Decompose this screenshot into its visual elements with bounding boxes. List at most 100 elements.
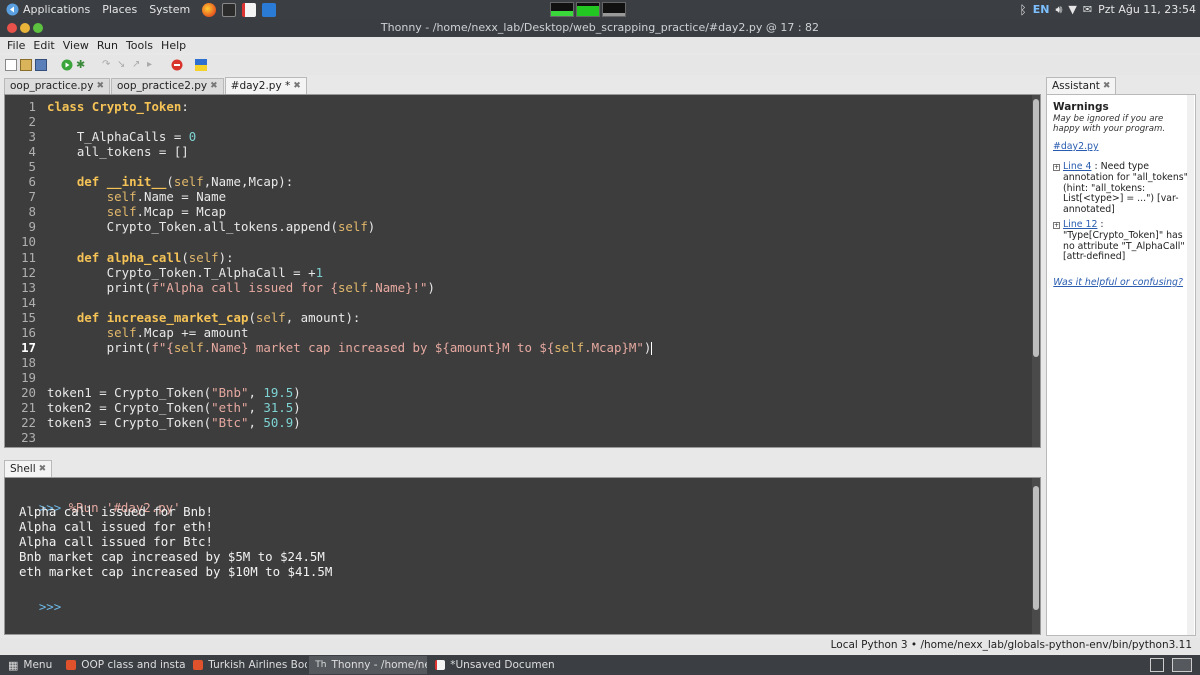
assistant-heading: Warnings bbox=[1053, 101, 1109, 113]
tab-oop-practice[interactable]: oop_practice.py ✖ bbox=[4, 78, 110, 94]
code-line[interactable]: 20 token1 = Crypto_Token("Bnb", 19.5) bbox=[5, 385, 1035, 400]
code-editor[interactable]: 1 class Crypto_Token: 2 3 T_AlphaCalls = 04… bbox=[4, 94, 1041, 448]
mail-icon[interactable]: ✉ bbox=[1083, 3, 1092, 16]
taskbar-item-text-editor[interactable]: *Unsaved Document 1 ... bbox=[429, 656, 554, 674]
assistant-scrollbar[interactable] bbox=[1187, 95, 1194, 635]
taskbar-label: Turkish Airlines Booki... bbox=[208, 659, 307, 671]
code-line[interactable]: 9 Crypto_Token.all_tokens.append(self) bbox=[5, 219, 1035, 234]
code-line[interactable]: 4 all_tokens = [] bbox=[5, 144, 1035, 159]
line-number: 10 bbox=[21, 234, 36, 250]
line-number: 9 bbox=[28, 219, 36, 235]
close-window-button[interactable] bbox=[7, 23, 17, 33]
warning-line-link[interactable]: Line 12 bbox=[1063, 219, 1097, 230]
code-line[interactable]: 23 bbox=[5, 430, 1035, 445]
code-line[interactable]: 5 bbox=[5, 159, 1035, 174]
show-desktop-icon[interactable] bbox=[1172, 658, 1192, 672]
ukraine-flag-icon[interactable] bbox=[195, 59, 207, 71]
terminal-launcher-icon[interactable] bbox=[222, 2, 237, 17]
code-line[interactable]: 13 print(f"Alpha call issued for {self.N… bbox=[5, 280, 1035, 295]
places-menu[interactable]: Places bbox=[96, 0, 143, 19]
code-line[interactable]: 2 bbox=[5, 114, 1035, 129]
minimize-window-button[interactable] bbox=[20, 23, 30, 33]
system-menu[interactable]: System bbox=[143, 0, 196, 19]
editor-scrollbar[interactable] bbox=[1032, 95, 1040, 447]
new-file-icon[interactable] bbox=[5, 59, 17, 71]
text-editor-launcher-icon[interactable] bbox=[242, 2, 257, 17]
code-line[interactable]: 14 bbox=[5, 295, 1035, 310]
bluetooth-icon[interactable]: ᛒ bbox=[1020, 3, 1027, 17]
step-out-icon: ↗ bbox=[132, 59, 141, 70]
clock[interactable]: Pzt Ağu 11, 23:54 bbox=[1098, 3, 1196, 16]
menu-help[interactable]: Help bbox=[157, 39, 190, 52]
code-line[interactable]: 18 bbox=[5, 355, 1035, 370]
code-text: def alpha_call(self): bbox=[76, 249, 234, 265]
code-line[interactable]: 8 self.Mcap = Mcap bbox=[5, 204, 1035, 219]
code-line[interactable]: 3 T_AlphaCalls = 0 bbox=[5, 129, 1035, 144]
editor-scrollbar-thumb[interactable] bbox=[1033, 99, 1039, 357]
tab-assistant[interactable]: Assistant ✖ bbox=[1046, 77, 1117, 94]
interpreter-status[interactable]: Local Python 3 • /home/nexx_lab/globals-… bbox=[831, 639, 1192, 651]
tab-oop-practice2[interactable]: oop_practice2.py ✖ bbox=[110, 78, 224, 94]
warning-line-link[interactable]: Line 4 bbox=[1063, 161, 1091, 172]
code-text: self.Mcap = Mcap bbox=[106, 204, 227, 220]
maximize-window-button[interactable] bbox=[33, 23, 43, 33]
line-number: 7 bbox=[28, 189, 36, 205]
taskbar-item-browser-oop[interactable]: OOP class and instanc... bbox=[60, 656, 185, 674]
shell-input-line[interactable]: >>> bbox=[9, 584, 61, 614]
code-line[interactable]: 16 self.Mcap += amount bbox=[5, 325, 1035, 340]
debug-icon[interactable]: ✱ bbox=[76, 59, 88, 71]
workspace-switcher-icon[interactable] bbox=[1150, 658, 1164, 672]
expand-icon[interactable]: + bbox=[1053, 221, 1060, 229]
shell-scrollbar-thumb[interactable] bbox=[1033, 486, 1039, 610]
window-title: Thonny - /home/nexx_lab/Desktop/web_scra… bbox=[380, 21, 820, 34]
code-line[interactable]: 1 class Crypto_Token: bbox=[5, 99, 1035, 114]
code-line[interactable]: 10 bbox=[5, 234, 1035, 249]
taskbar-item-thonny[interactable]: Th Thonny - /home/nexx... bbox=[309, 656, 428, 674]
keyboard-layout[interactable]: EN bbox=[1033, 3, 1050, 16]
applications-menu[interactable]: Applications bbox=[0, 0, 96, 19]
network-icon[interactable]: ▼ bbox=[1068, 3, 1076, 16]
volume-icon[interactable]: 🔊︎ bbox=[1055, 3, 1062, 17]
assistant-panel: Warnings May be ignored if you are happy… bbox=[1046, 94, 1196, 636]
expand-icon[interactable]: + bbox=[1053, 164, 1060, 171]
code-line[interactable]: 7 self.Name = Name bbox=[5, 189, 1035, 204]
code-line[interactable]: 19 bbox=[5, 370, 1035, 385]
line-number: 17 bbox=[21, 339, 36, 355]
shell-scrollbar[interactable] bbox=[1032, 478, 1040, 634]
shell-console[interactable]: >>> %Run '#day2.py' Alpha call issued fo… bbox=[4, 477, 1041, 635]
close-tab-icon[interactable]: ✖ bbox=[39, 462, 47, 477]
code-line[interactable]: 12 Crypto_Token.T_AlphaCall = +1 bbox=[5, 265, 1035, 280]
close-tab-icon[interactable]: ✖ bbox=[293, 79, 301, 94]
stop-icon[interactable] bbox=[171, 59, 183, 71]
code-line[interactable]: 11 def alpha_call(self): bbox=[5, 250, 1035, 265]
code-text: def __init__(self,Name,Mcap): bbox=[76, 174, 294, 190]
taskbar-label: OOP class and instanc... bbox=[81, 659, 186, 671]
close-tab-icon[interactable]: ✖ bbox=[1103, 79, 1111, 94]
code-line[interactable]: 6 def __init__(self,Name,Mcap): bbox=[5, 174, 1035, 189]
taskbar-item-browser-turkish[interactable]: Turkish Airlines Booki... bbox=[187, 656, 307, 674]
code-text: token2 = Crypto_Token("eth", 31.5) bbox=[47, 400, 301, 415]
code-line[interactable]: 22 token3 = Crypto_Token("Btc", 50.9) bbox=[5, 415, 1035, 430]
vscode-launcher-icon[interactable] bbox=[262, 2, 277, 17]
menu-view[interactable]: View bbox=[59, 39, 93, 52]
feedback-link[interactable]: Was it helpful or confusing? bbox=[1053, 277, 1183, 288]
tab-day2[interactable]: #day2.py * ✖ bbox=[224, 77, 307, 94]
taskbar-menu-button[interactable]: ▦ Menu bbox=[0, 656, 58, 674]
close-tab-icon[interactable]: ✖ bbox=[96, 79, 104, 94]
open-file-icon[interactable] bbox=[20, 59, 32, 71]
menu-run[interactable]: Run bbox=[93, 39, 122, 52]
tab-label: oop_practice2.py bbox=[116, 80, 208, 92]
firefox-launcher-icon[interactable] bbox=[202, 2, 217, 17]
close-tab-icon[interactable]: ✖ bbox=[210, 79, 218, 94]
tab-shell[interactable]: Shell ✖ bbox=[4, 460, 53, 477]
assistant-file-link[interactable]: #day2.py bbox=[1053, 141, 1099, 152]
run-icon[interactable] bbox=[61, 59, 73, 71]
code-line[interactable]: 17 print(f"{self.Name} market cap increa… bbox=[5, 340, 1035, 355]
code-text: Crypto_Token.T_AlphaCall = +1 bbox=[47, 264, 324, 280]
save-file-icon[interactable] bbox=[35, 59, 47, 71]
menu-edit[interactable]: Edit bbox=[29, 39, 58, 52]
code-line[interactable]: 15 def increase_market_cap(self, amount)… bbox=[5, 310, 1035, 325]
menu-tools[interactable]: Tools bbox=[122, 39, 157, 52]
menu-file[interactable]: File bbox=[3, 39, 29, 52]
code-line[interactable]: 21 token2 = Crypto_Token("eth", 31.5) bbox=[5, 400, 1035, 415]
